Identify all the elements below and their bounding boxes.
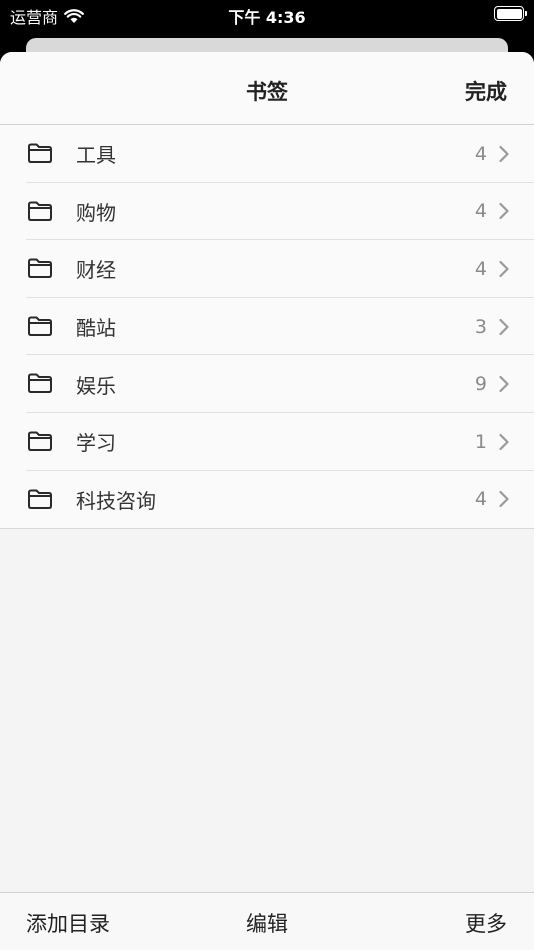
status-bar: 运营商 下午 4:36 (0, 0, 534, 30)
chevron-right-icon (499, 491, 509, 508)
folder-name: 酷站 (76, 316, 116, 341)
folder-name: 学习 (76, 431, 116, 456)
chevron-right-icon (499, 203, 509, 220)
folder-row-6[interactable]: 科技咨询 4 (0, 471, 534, 529)
bookmarks-sheet: 书签 完成 工具 4 购物 4 财经 4 酷站 3 娱乐 9 学习 1 科技咨询… (0, 52, 534, 950)
folder-count: 4 (474, 142, 487, 165)
chevron-right-icon (499, 433, 509, 450)
folder-icon (28, 316, 52, 336)
folder-name: 购物 (76, 200, 116, 225)
folder-count: 3 (474, 315, 487, 338)
add-folder-button[interactable]: 添加目录 (26, 908, 110, 938)
folder-icon (28, 431, 52, 451)
nav-bar: 书签 完成 (0, 52, 534, 125)
folder-count: 4 (474, 488, 487, 511)
folder-name: 科技咨询 (76, 488, 156, 513)
folder-row-0[interactable]: 工具 4 (0, 125, 534, 183)
folder-name: 娱乐 (76, 373, 116, 398)
chevron-right-icon (499, 145, 509, 162)
more-button[interactable]: 更多 (465, 908, 507, 938)
done-button[interactable]: 完成 (465, 76, 507, 106)
chevron-right-icon (499, 260, 509, 278)
chevron-right-icon (499, 318, 509, 335)
edit-button[interactable]: 编辑 (246, 912, 288, 936)
folder-icon (28, 143, 52, 163)
bottom-toolbar: 添加目录 编辑 更多 (0, 892, 534, 950)
folder-count: 1 (474, 430, 487, 453)
folder-row-1[interactable]: 购物 4 (0, 183, 534, 241)
folder-icon (28, 258, 52, 279)
folder-icon (28, 201, 52, 221)
folder-row-5[interactable]: 学习 1 (0, 413, 534, 471)
battery-icon (494, 6, 527, 21)
folder-count: 4 (474, 200, 487, 223)
folder-icon (28, 489, 52, 509)
chevron-right-icon (499, 376, 509, 393)
folder-list: 工具 4 购物 4 财经 4 酷站 3 娱乐 9 学习 1 科技咨询 4 (0, 125, 534, 530)
folder-icon (28, 373, 52, 394)
page-title: 书签 (246, 80, 288, 104)
folder-row-4[interactable]: 娱乐 9 (0, 355, 534, 413)
folder-count: 4 (474, 257, 487, 280)
folder-name: 财经 (76, 258, 116, 283)
folder-name: 工具 (76, 143, 116, 168)
folder-count: 9 (474, 373, 487, 396)
status-time: 下午 4:36 (228, 8, 306, 27)
folder-row-3[interactable]: 酷站 3 (0, 298, 534, 356)
folder-row-2[interactable]: 财经 4 (0, 240, 534, 298)
